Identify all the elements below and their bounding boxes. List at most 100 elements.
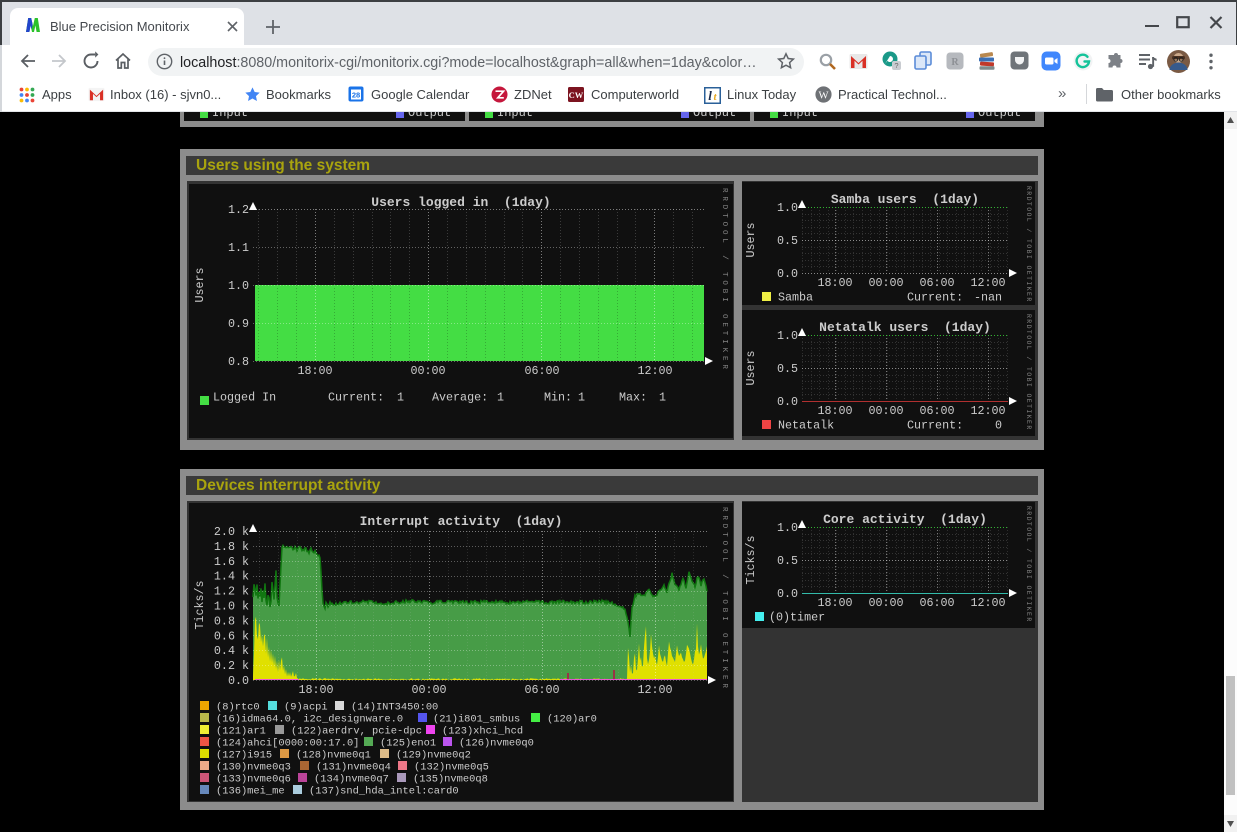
svg-text:00:00: 00:00 [868,404,903,418]
svg-text:Average:: Average: [432,391,488,405]
svg-text:Users: Users [744,350,758,385]
svg-text:18:00: 18:00 [297,364,332,378]
svg-text:RRDTOOL / TOBI OETIKER: RRDTOOL / TOBI OETIKER [720,188,728,373]
svg-text:1.0: 1.0 [777,329,798,343]
svg-text:Current:: Current: [907,291,963,305]
svg-text:W: W [818,90,828,101]
svg-text:(125)eno1: (125)eno1 [380,738,436,750]
svg-text:(130)nvme0q3: (130)nvme0q3 [216,762,291,774]
svg-text:Users logged in (1day): Users logged in (1day) [371,195,550,210]
svg-text:RRDTOOL / TOBI OETIKER: RRDTOOL / TOBI OETIKER [1025,314,1032,431]
svg-text:0.0: 0.0 [777,267,798,281]
svg-text:1.1: 1.1 [228,241,249,255]
svg-text:(128)nvme0q1: (128)nvme0q1 [296,750,371,762]
svg-text:(123)xhci_hcd: (123)xhci_hcd [442,726,523,738]
svg-text:0.5: 0.5 [777,362,798,376]
svg-text:CW: CW [569,90,584,100]
svg-text:0.5: 0.5 [777,554,798,568]
svg-text:18:00: 18:00 [817,276,852,290]
svg-text:Current:: Current: [907,419,963,433]
svg-text:(8)rtc0: (8)rtc0 [216,702,260,714]
svg-text:1: 1 [659,391,666,405]
svg-text:1.0: 1.0 [777,521,798,535]
svg-text:Samba: Samba [778,291,813,305]
svg-text:?: ? [894,61,898,70]
svg-text:00:00: 00:00 [868,276,903,290]
svg-text:0.5: 0.5 [777,234,798,248]
svg-text:(122)aerdrv, pcie-dpc: (122)aerdrv, pcie-dpc [291,726,422,738]
svg-text:28: 28 [352,91,360,100]
svg-text:(136)mei_me: (136)mei_me [216,786,285,798]
svg-text:1.0: 1.0 [777,201,798,215]
svg-text:12:00: 12:00 [970,276,1005,290]
svg-text:18:00: 18:00 [817,596,852,610]
svg-text:(120)ar0: (120)ar0 [547,714,597,726]
svg-text:06:00: 06:00 [524,683,559,697]
svg-text:RRDTOOL / TOBI OETIKER: RRDTOOL / TOBI OETIKER [1025,506,1032,623]
svg-text:06:00: 06:00 [919,404,954,418]
svg-text:(0)timer: (0)timer [769,611,825,625]
svg-text:06:00: 06:00 [919,596,954,610]
svg-text:-nan: -nan [974,291,1002,305]
svg-text:Current:: Current: [328,391,384,405]
svg-text:(124)ahci[0000:00:17.0]: (124)ahci[0000:00:17.0] [216,738,359,750]
svg-text:(137)snd_hda_intel:card0: (137)snd_hda_intel:card0 [309,786,459,798]
svg-text:0.0: 0.0 [777,395,798,409]
svg-text:Core activity (1day): Core activity (1day) [823,512,987,527]
svg-text:1.2 k: 1.2 k [214,585,249,599]
svg-text:Interrupt activity (1day): Interrupt activity (1day) [360,514,563,529]
svg-text:1.2: 1.2 [228,203,249,217]
svg-text:(129)nvme0q2: (129)nvme0q2 [396,750,471,762]
svg-text:0.0: 0.0 [228,674,249,688]
svg-text:(126)nvme0q0: (126)nvme0q0 [459,738,534,750]
svg-text:(127)i915: (127)i915 [216,750,272,762]
svg-text:06:00: 06:00 [919,276,954,290]
svg-text:(16)idma64.0, i2c_designware.0: (16)idma64.0, i2c_designware.0 [216,714,403,726]
svg-text:2.0 k: 2.0 k [214,525,249,539]
svg-text:1: 1 [578,391,585,405]
svg-text:RRDTOOL / TOBI OETIKER: RRDTOOL / TOBI OETIKER [1025,186,1032,303]
svg-text:00:00: 00:00 [411,683,446,697]
svg-text:0.8: 0.8 [228,355,249,369]
svg-text:(135)nvme0q8: (135)nvme0q8 [413,774,488,786]
svg-text:Ticks/s: Ticks/s [744,535,758,584]
svg-text:1.0 k: 1.0 k [214,600,249,614]
svg-text:1.6 k: 1.6 k [214,555,249,569]
svg-text:1: 1 [497,391,504,405]
svg-text:00:00: 00:00 [410,364,445,378]
svg-text:1.8 k: 1.8 k [214,540,249,554]
svg-text:(132)nvme0q5: (132)nvme0q5 [414,762,489,774]
svg-text:12:00: 12:00 [637,364,672,378]
svg-text:R: R [951,57,959,68]
svg-text:Max:: Max: [619,391,647,405]
svg-text:18:00: 18:00 [817,404,852,418]
svg-text:(9)acpi: (9)acpi [284,702,328,714]
svg-text:(21)i801_smbus: (21)i801_smbus [433,714,520,726]
svg-text:l: l [708,88,712,103]
svg-text:RRDTOOL / TOBI OETIKER: RRDTOOL / TOBI OETIKER [720,507,728,692]
svg-text:0.4 k: 0.4 k [214,644,249,658]
svg-text:Samba users (1day): Samba users (1day) [831,192,979,207]
svg-text:Netatalk: Netatalk [778,419,834,433]
svg-text:06:00: 06:00 [524,364,559,378]
svg-text:0.0: 0.0 [777,587,798,601]
svg-text:(133)nvme0q6: (133)nvme0q6 [216,774,291,786]
svg-text:Users: Users [744,222,758,257]
svg-text:1.4 k: 1.4 k [214,570,249,584]
svg-text:0.8 k: 0.8 k [214,614,249,628]
svg-text:Min:: Min: [544,391,572,405]
svg-text:1.0: 1.0 [228,279,249,293]
svg-text:12:00: 12:00 [970,404,1005,418]
svg-text:Netatalk users (1day): Netatalk users (1day) [819,320,991,335]
svg-text:0.6 k: 0.6 k [214,629,249,643]
svg-text:12:00: 12:00 [970,596,1005,610]
svg-text:0.2 k: 0.2 k [214,659,249,673]
svg-text:(134)nvme0q7: (134)nvme0q7 [314,774,389,786]
svg-text:0.9: 0.9 [228,317,249,331]
svg-text:Ticks/s: Ticks/s [193,580,207,629]
svg-text:(131)nvme0q4: (131)nvme0q4 [316,762,391,774]
svg-text:(14)INT3450:00: (14)INT3450:00 [351,702,438,714]
svg-text:(121)ar1: (121)ar1 [216,726,266,738]
svg-text:1: 1 [397,391,404,405]
svg-text:12:00: 12:00 [637,683,672,697]
